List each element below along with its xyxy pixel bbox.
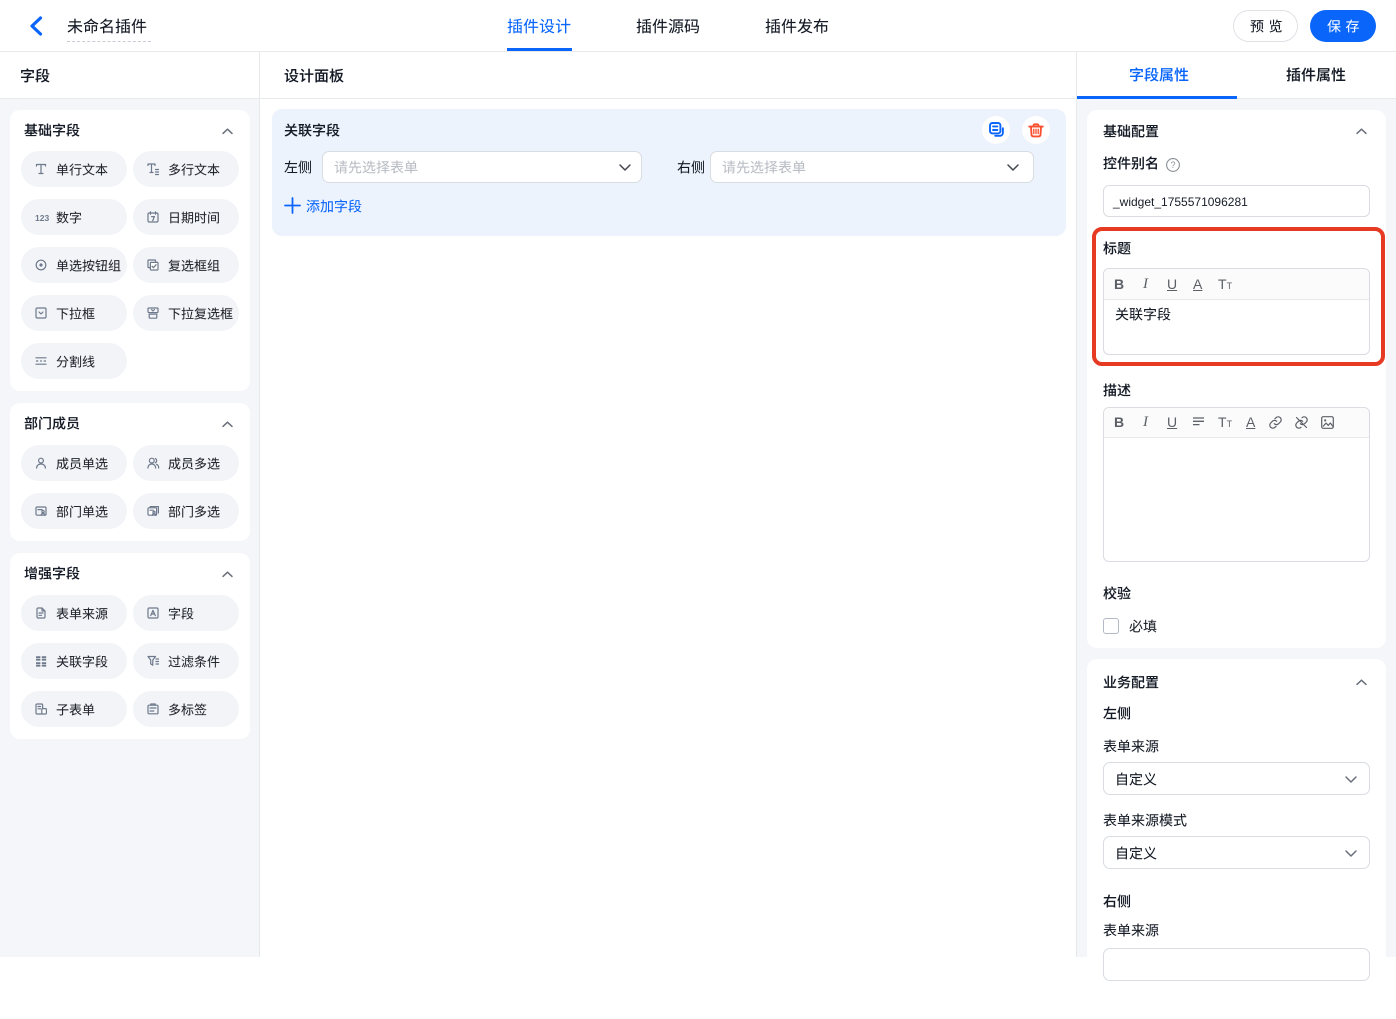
svg-text:?: ? [1170,160,1175,170]
svg-text:123: 123 [35,213,49,223]
